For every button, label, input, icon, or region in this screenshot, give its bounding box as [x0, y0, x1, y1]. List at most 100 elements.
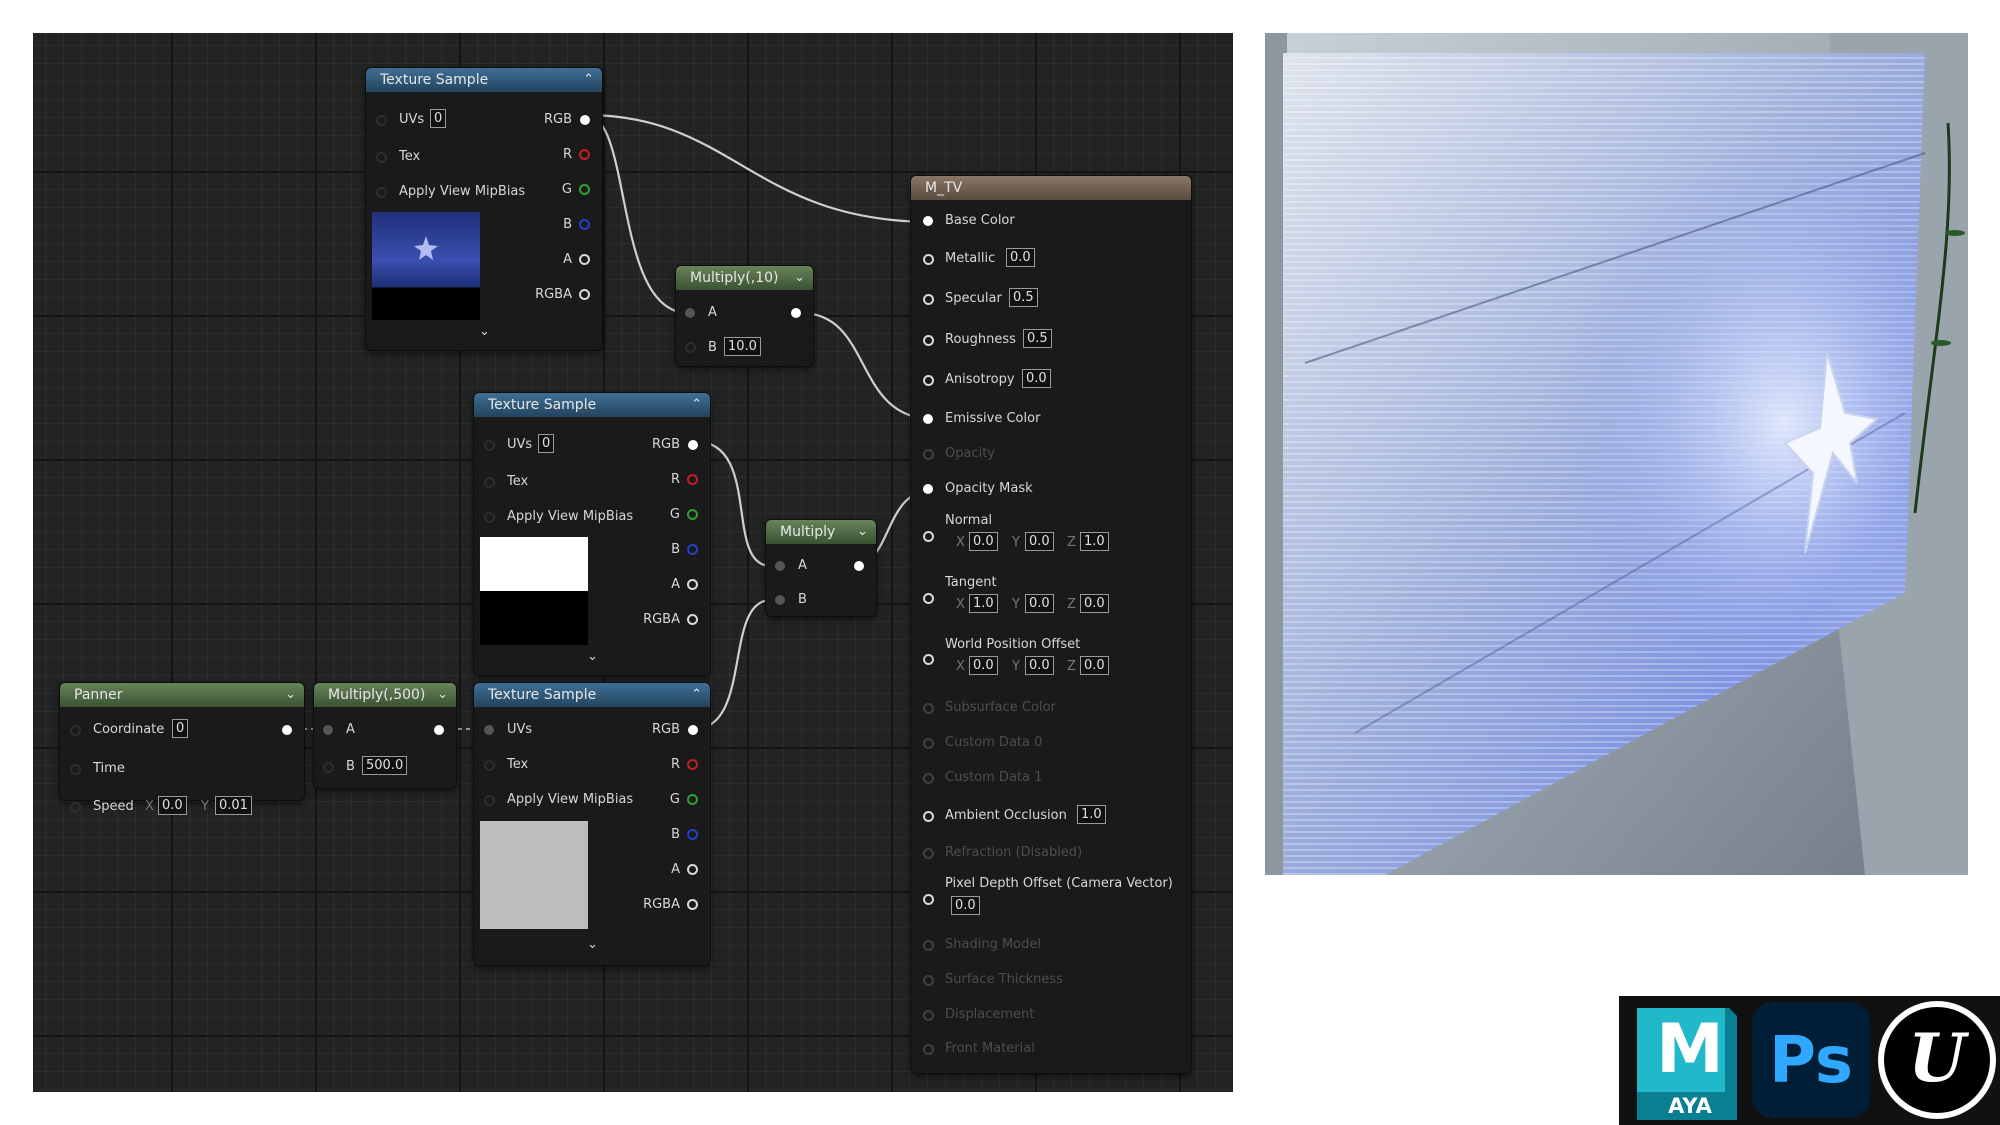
b-output-pin[interactable] [687, 544, 698, 555]
r-output-pin[interactable] [687, 759, 698, 770]
node-header[interactable]: Multiply(,500) ⌄ [314, 683, 456, 707]
shading-model-pin[interactable] [923, 940, 934, 951]
b-value-field[interactable]: 500.0 [362, 756, 408, 775]
rgba-output-pin[interactable] [579, 289, 590, 300]
material-graph-canvas[interactable]: Texture Sample ⌃ UVs 0 Tex Apply View Mip… [33, 33, 1233, 1092]
texture-sample-node-2[interactable]: Texture Sample ⌃ UVs 0 Tex Apply View Mip… [474, 393, 710, 675]
g-output-pin[interactable] [687, 509, 698, 520]
texture-sample-node-3[interactable]: Texture Sample ⌃ UVs Tex Apply View MipBi… [474, 683, 710, 965]
tangent-pin[interactable] [923, 593, 934, 604]
b-input-pin[interactable] [775, 595, 785, 605]
panner-node[interactable]: Panner ⌄ Coordinate 0 Time Speed X 0.0 Y … [60, 683, 304, 815]
b-input-pin[interactable] [323, 762, 334, 773]
multiply-node[interactable]: Multiply ⌄ A B [766, 520, 876, 616]
node-header[interactable]: M_TV [911, 176, 1191, 200]
normal-z-field[interactable]: 1.0 [1080, 532, 1109, 551]
output-pin[interactable] [434, 725, 444, 735]
uvs-input-pin[interactable] [484, 725, 494, 735]
texture-sample-node-1[interactable]: Texture Sample ⌃ UVs 0 Tex Apply View Mip… [366, 68, 602, 350]
metallic-value-field[interactable]: 0.0 [1006, 248, 1035, 267]
node-header[interactable]: Texture Sample ⌃ [474, 683, 710, 707]
b-output-pin[interactable] [687, 829, 698, 840]
g-output-pin[interactable] [687, 794, 698, 805]
tex-input-pin[interactable] [376, 152, 387, 163]
specular-value-field[interactable]: 0.5 [1009, 288, 1038, 307]
mipbias-input-pin[interactable] [484, 512, 495, 523]
specular-pin[interactable] [923, 294, 934, 305]
normal-y-field[interactable]: 0.0 [1025, 532, 1054, 551]
rgb-output-pin[interactable] [580, 115, 590, 125]
ambient-occlusion-value-field[interactable]: 1.0 [1077, 805, 1106, 824]
rgba-output-pin[interactable] [687, 614, 698, 625]
custom-data-1-pin[interactable] [923, 773, 934, 784]
wpo-y-field[interactable]: 0.0 [1025, 656, 1054, 675]
normal-x-field[interactable]: 0.0 [969, 532, 998, 551]
a-output-pin[interactable] [687, 579, 698, 590]
base-color-pin[interactable] [923, 216, 933, 226]
tangent-y-field[interactable]: 0.0 [1025, 594, 1054, 613]
opacity-mask-pin[interactable] [923, 484, 933, 494]
mipbias-input-pin[interactable] [376, 187, 387, 198]
tex-input-pin[interactable] [484, 477, 495, 488]
b-input-pin[interactable] [685, 342, 696, 353]
ambient-occlusion-pin[interactable] [923, 811, 934, 822]
custom-data-0-pin[interactable] [923, 738, 934, 749]
emissive-color-pin[interactable] [923, 414, 933, 424]
chevron-down-icon[interactable]: ⌄ [794, 266, 805, 290]
node-header[interactable]: Texture Sample ⌃ [474, 393, 710, 417]
refraction-pin[interactable] [923, 848, 934, 859]
collapse-up-icon[interactable]: ⌃ [583, 68, 594, 92]
coordinate-input-pin[interactable] [70, 725, 81, 736]
node-header[interactable]: Texture Sample ⌃ [366, 68, 602, 92]
tangent-z-field[interactable]: 0.0 [1080, 594, 1109, 613]
node-header[interactable]: Panner ⌄ [60, 683, 304, 707]
tangent-x-field[interactable]: 1.0 [969, 594, 998, 613]
wpo-z-field[interactable]: 0.0 [1080, 656, 1109, 675]
tex-input-pin[interactable] [484, 760, 495, 771]
wpo-x-field[interactable]: 0.0 [969, 656, 998, 675]
opacity-pin[interactable] [923, 449, 934, 460]
coordinate-value-field[interactable]: 0 [172, 719, 189, 738]
uvs-input-pin[interactable] [376, 115, 387, 126]
pixel-depth-offset-value-field[interactable]: 0.0 [951, 896, 980, 915]
subsurface-color-pin[interactable] [923, 703, 934, 714]
roughness-value-field[interactable]: 0.5 [1023, 329, 1052, 348]
world-position-offset-pin[interactable] [923, 654, 934, 665]
multiply-500-node[interactable]: Multiply(,500) ⌄ A B 500.0 [314, 683, 456, 788]
collapse-up-icon[interactable]: ⌃ [691, 683, 702, 707]
rgb-output-pin[interactable] [688, 440, 698, 450]
a-output-pin[interactable] [687, 864, 698, 875]
roughness-pin[interactable] [923, 335, 934, 346]
rgb-output-pin[interactable] [688, 725, 698, 735]
node-header[interactable]: Multiply(,10) ⌄ [676, 266, 813, 290]
speed-x-field[interactable]: 0.0 [158, 796, 187, 815]
collapse-up-icon[interactable]: ⌃ [691, 393, 702, 417]
speed-input-pin[interactable] [70, 802, 81, 813]
chevron-down-icon[interactable]: ⌄ [437, 683, 448, 707]
pixel-depth-offset-pin[interactable] [923, 894, 934, 905]
a-output-pin[interactable] [579, 254, 590, 265]
output-pin[interactable] [791, 308, 801, 318]
chevron-down-icon[interactable]: ⌄ [285, 683, 296, 707]
expand-down-icon[interactable]: ⌄ [587, 937, 598, 952]
a-input-pin[interactable] [323, 725, 333, 735]
displacement-pin[interactable] [923, 1010, 934, 1021]
surface-thickness-pin[interactable] [923, 975, 934, 986]
uvs-value-field[interactable]: 0 [538, 434, 555, 453]
uvs-input-pin[interactable] [484, 440, 495, 451]
material-output-node[interactable]: M_TV Base Color Metallic 0.0 Specular 0.… [911, 176, 1191, 1073]
r-output-pin[interactable] [579, 149, 590, 160]
b-output-pin[interactable] [579, 219, 590, 230]
uvs-value-field[interactable]: 0 [430, 109, 447, 128]
r-output-pin[interactable] [687, 474, 698, 485]
chevron-down-icon[interactable]: ⌄ [857, 520, 868, 544]
expand-down-icon[interactable]: ⌄ [479, 324, 490, 339]
time-input-pin[interactable] [70, 764, 81, 775]
g-output-pin[interactable] [579, 184, 590, 195]
output-pin[interactable] [854, 561, 864, 571]
multiply-10-node[interactable]: Multiply(,10) ⌄ A B 10.0 [676, 266, 813, 366]
b-value-field[interactable]: 10.0 [724, 337, 761, 356]
rgba-output-pin[interactable] [687, 899, 698, 910]
output-pin[interactable] [282, 725, 292, 735]
expand-down-icon[interactable]: ⌄ [587, 649, 598, 664]
